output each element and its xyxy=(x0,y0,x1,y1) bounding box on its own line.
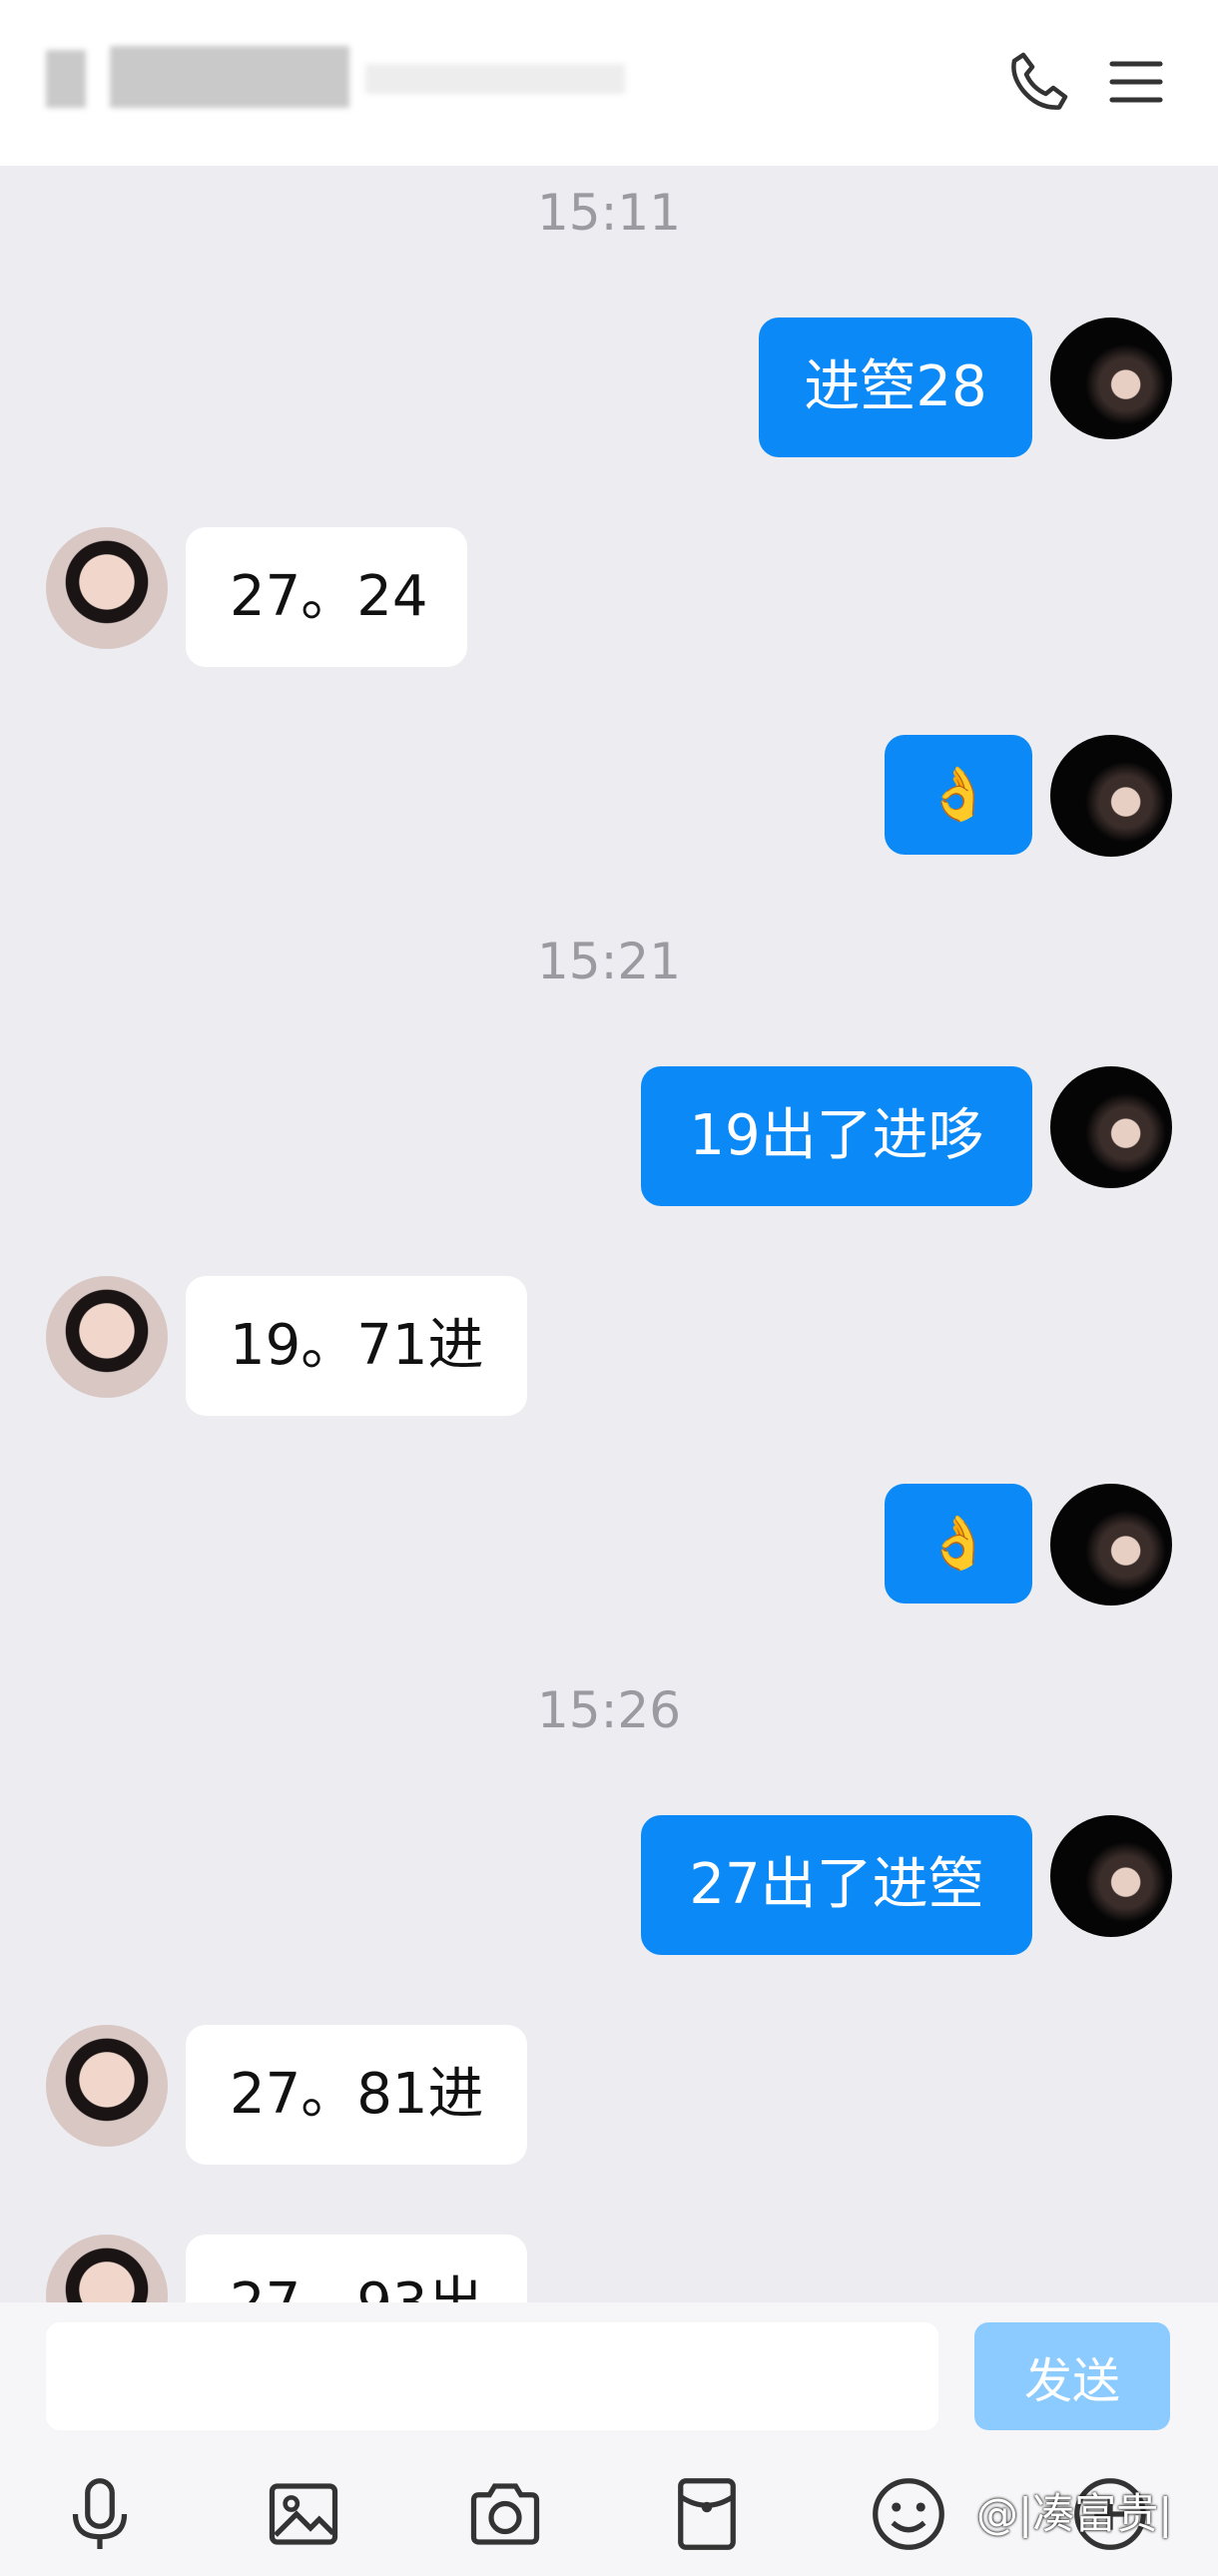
outgoing-emoji-message[interactable]: 👌 xyxy=(885,735,1032,855)
outgoing-emoji-message[interactable]: 👌 xyxy=(885,1484,1032,1604)
friend-avatar[interactable] xyxy=(46,1276,168,1398)
incoming-message[interactable]: 27。24 xyxy=(186,527,467,667)
friend-avatar[interactable] xyxy=(46,2025,168,2147)
friend-avatar[interactable] xyxy=(46,527,168,649)
image-icon[interactable] xyxy=(262,2472,345,2556)
timestamp: 15:26 xyxy=(536,1681,682,1739)
message-list[interactable]: 15:11 进箜28 27。24 👌 15:21 19出了进哆 19。71进 👌… xyxy=(0,166,1218,2302)
incoming-message[interactable]: 27。93出 xyxy=(186,2235,527,2302)
microphone-icon[interactable] xyxy=(58,2472,142,2556)
menu-icon[interactable] xyxy=(1100,46,1172,118)
phone-icon[interactable] xyxy=(1002,46,1074,118)
outgoing-message[interactable]: 进箜28 xyxy=(759,318,1032,457)
camera-icon[interactable] xyxy=(463,2472,547,2556)
my-avatar[interactable] xyxy=(1050,1066,1172,1188)
contact-name-blurred xyxy=(36,44,655,114)
my-avatar[interactable] xyxy=(1050,318,1172,439)
my-avatar[interactable] xyxy=(1050,735,1172,857)
emoji-icon[interactable] xyxy=(867,2472,950,2556)
outgoing-message[interactable]: 19出了进哆 xyxy=(641,1066,1032,1206)
watermark: @|凑富贵| xyxy=(976,2489,1173,2538)
send-button[interactable]: 发送 xyxy=(974,2322,1170,2430)
my-avatar[interactable] xyxy=(1050,1484,1172,1606)
message-input[interactable] xyxy=(46,2322,938,2430)
my-avatar[interactable] xyxy=(1050,1815,1172,1937)
red-packet-icon[interactable] xyxy=(665,2472,749,2556)
timestamp: 15:11 xyxy=(536,184,682,242)
friend-avatar[interactable] xyxy=(46,2235,168,2302)
incoming-message[interactable]: 19。71进 xyxy=(186,1276,527,1416)
chat-header xyxy=(0,0,1218,166)
outgoing-message[interactable]: 27出了进箜 xyxy=(641,1815,1032,1955)
incoming-message[interactable]: 27。81进 xyxy=(186,2025,527,2165)
timestamp: 15:21 xyxy=(536,933,682,990)
